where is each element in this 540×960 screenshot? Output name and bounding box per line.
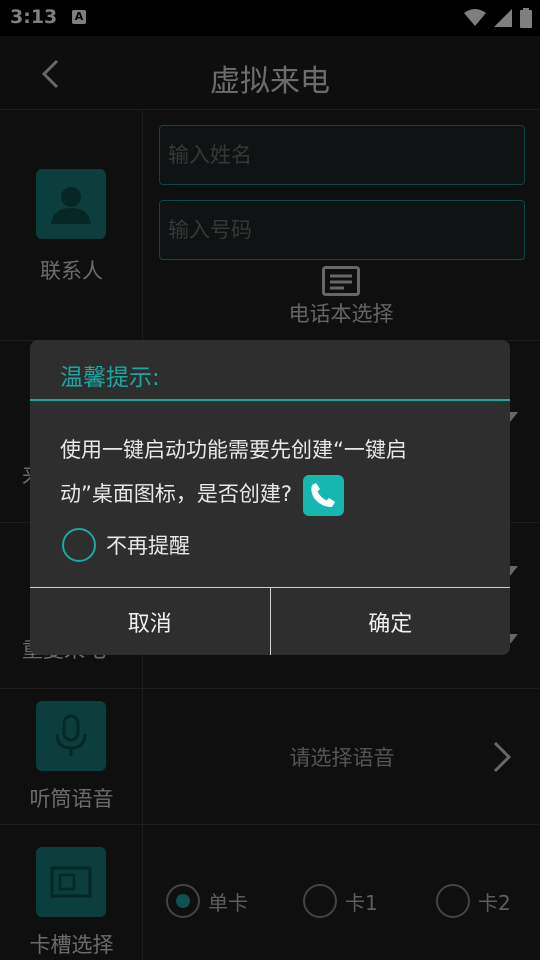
phone-icon <box>311 483 336 507</box>
cancel-button[interactable]: 取消 <box>30 588 271 655</box>
dialog-message-line2: 动”桌面图标，是否创建? <box>60 482 293 506</box>
dialog-title: 温馨提示: <box>60 365 160 391</box>
confirm-dialog: 温馨提示: 使用一键启动功能需要先创建“一键启 动”桌面图标，是否创建? 不再提… <box>30 340 510 655</box>
confirm-button[interactable]: 确定 <box>271 588 511 655</box>
dialog-message-line1: 使用一键启动功能需要先创建“一键启 <box>60 438 407 462</box>
dont-remind-option[interactable]: 不再提醒 <box>62 528 190 562</box>
dialog-message: 使用一键启动功能需要先创建“一键启 动”桌面图标，是否创建? <box>60 428 480 516</box>
dont-remind-checkbox[interactable] <box>62 528 96 562</box>
dont-remind-label: 不再提醒 <box>106 534 190 558</box>
dialog-divider <box>30 399 510 401</box>
phone-app-icon <box>302 474 344 516</box>
dialog-buttons: 取消 确定 <box>30 587 510 655</box>
